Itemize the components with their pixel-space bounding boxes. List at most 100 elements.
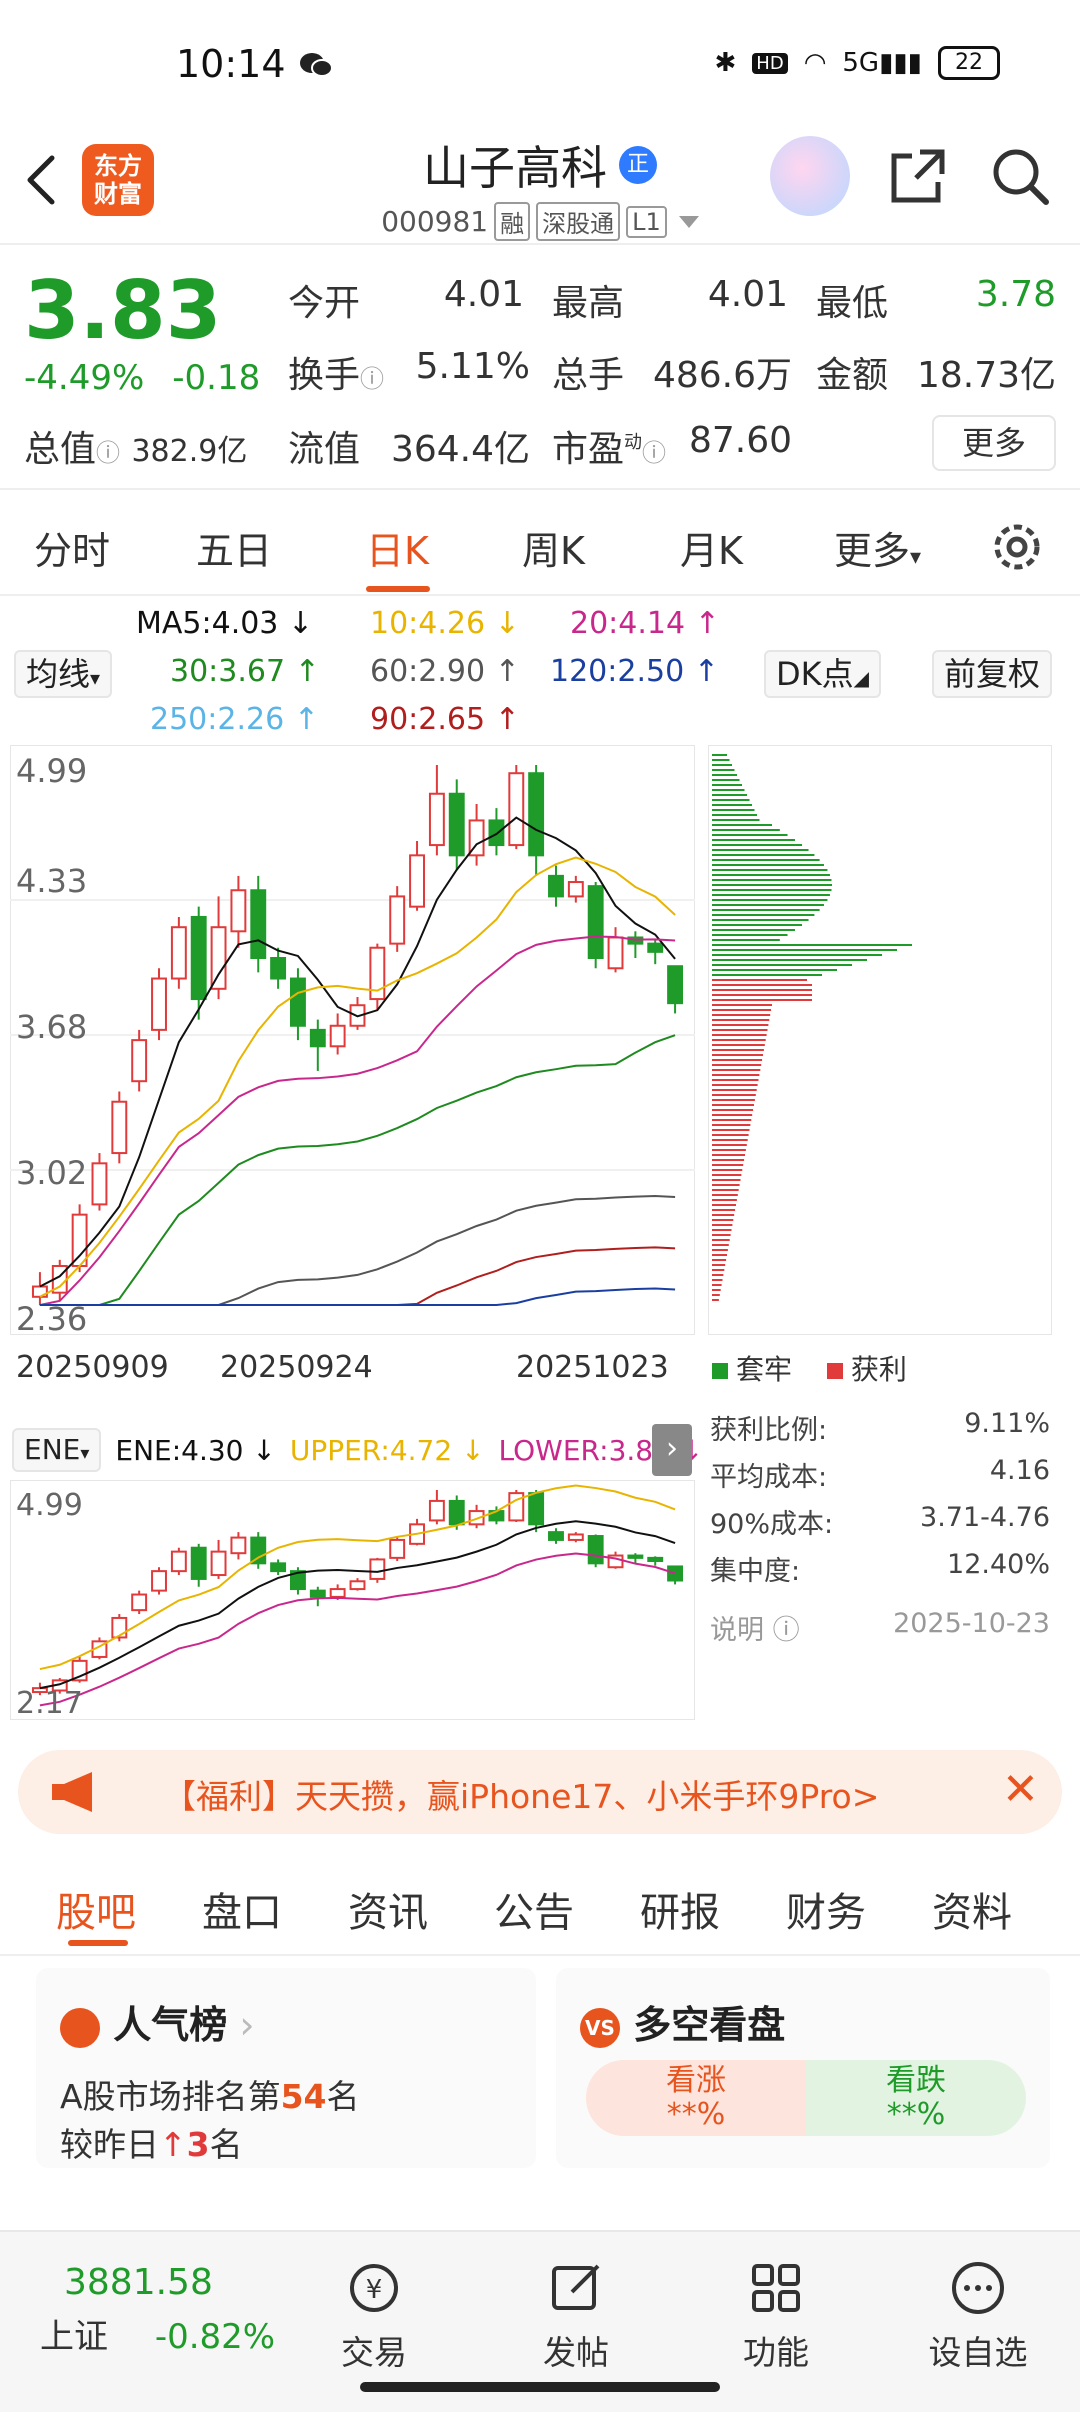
more-quote-button[interactable]: 更多 bbox=[932, 415, 1056, 471]
tab-five-day[interactable]: 五日 bbox=[196, 520, 272, 575]
vs-icon: VS bbox=[580, 2007, 620, 2048]
dock-post[interactable]: 发帖 bbox=[516, 2258, 636, 2374]
tab-guba[interactable]: 股吧 bbox=[56, 1880, 136, 1938]
dock-functions[interactable]: 功能 bbox=[716, 2258, 836, 2374]
ene-candle bbox=[627, 1554, 644, 1559]
close-icon[interactable]: ✕ bbox=[1002, 1764, 1039, 1815]
tab-announcements[interactable]: 公告 bbox=[494, 1880, 574, 1938]
tab-news[interactable]: 资讯 bbox=[348, 1880, 428, 1938]
status-time: 10:14 bbox=[176, 42, 286, 86]
info-icon: ⓘ bbox=[772, 1615, 800, 1646]
chart-frame bbox=[10, 745, 695, 1335]
stock-header: 东方 财富 山子高科 正 000981 融 深股通 L1 bbox=[0, 120, 1080, 245]
ene-indicator-row: ENE▾ ENE:4.30 ↓ UPPER:4.72 ↓ LOWER:3.87 … bbox=[12, 1428, 703, 1472]
candle bbox=[250, 889, 267, 960]
low-value: 3.78 bbox=[975, 274, 1056, 315]
wechat-icon bbox=[300, 53, 333, 77]
price-change-row: -4.49% -0.18 bbox=[24, 358, 260, 398]
total-cap-row[interactable]: 总值ⓘ 382.9亿 bbox=[24, 420, 247, 472]
tab-profile[interactable]: 资料 bbox=[932, 1880, 1012, 1938]
ene-candle bbox=[270, 1562, 287, 1573]
tab-order-book[interactable]: 盘口 bbox=[202, 1880, 282, 1938]
tab-finance[interactable]: 财务 bbox=[786, 1880, 866, 1938]
info-icon: ⓘ bbox=[96, 439, 121, 467]
bluetooth-icon: ✱ bbox=[714, 48, 737, 78]
tab-research[interactable]: 研报 bbox=[640, 1880, 720, 1938]
chip-stat-avg-cost: 平均成本: 4.16 bbox=[710, 1455, 1050, 1493]
ai-assistant-icon[interactable] bbox=[770, 136, 850, 216]
total-cap-value: 382.9亿 bbox=[131, 434, 248, 469]
rank-change-line: 较昨日↑3名 bbox=[60, 2125, 243, 2164]
dock-add-watchlist[interactable]: 设自选 bbox=[918, 2258, 1038, 2374]
long-short-card[interactable]: VS 多空看盘 看涨 **% 看跌 **% bbox=[556, 1968, 1050, 2168]
chevron-right-icon[interactable]: › bbox=[652, 1424, 692, 1476]
ma20-value: 20:4.14 ↑ bbox=[570, 606, 720, 641]
ene-candle bbox=[230, 1536, 247, 1555]
y-tick-2: 4.33 bbox=[16, 862, 88, 900]
ene-candle bbox=[131, 1593, 148, 1612]
candle bbox=[290, 977, 306, 1027]
candle bbox=[151, 977, 167, 1031]
gear-icon[interactable] bbox=[988, 518, 1046, 576]
candle bbox=[131, 1039, 148, 1083]
active-tab-indicator bbox=[366, 586, 430, 592]
tag-level: L1 bbox=[626, 205, 667, 238]
ene-candle bbox=[151, 1570, 167, 1592]
adjust-selector[interactable]: 前复权 bbox=[932, 650, 1053, 698]
tab-weekly-k[interactable]: 周K bbox=[522, 520, 585, 575]
volume-label: 总手 bbox=[552, 355, 625, 396]
change-value: -0.18 bbox=[172, 358, 261, 398]
chevron-down-icon bbox=[678, 215, 699, 228]
ma5-value: MA5:4.03 ↓ bbox=[136, 606, 314, 641]
pe-value: 87.60 bbox=[688, 420, 792, 461]
ene-candle bbox=[190, 1546, 207, 1580]
candle bbox=[587, 885, 604, 960]
chevron-down-icon: ▾ bbox=[90, 666, 101, 690]
ene-candle bbox=[309, 1589, 326, 1598]
battery-icon: 22 bbox=[938, 46, 1000, 80]
ma120-value: 120:2.50 ↑ bbox=[550, 654, 719, 689]
popularity-card[interactable]: 人气榜 › A股市场排名第54名 较昨日↑3名 bbox=[36, 1968, 536, 2168]
wifi-icon: ◠ bbox=[803, 48, 827, 78]
dk-point-selector[interactable]: DK点◢ bbox=[764, 650, 882, 698]
promo-banner[interactable]: 【福利】天天攒，赢iPhone17、小米手环9Pro> ✕ bbox=[18, 1750, 1062, 1834]
status-indicators: ✱ HD ◠ 5G▮▮▮ 22 bbox=[714, 46, 1000, 80]
bull-bear-meter[interactable]: 看涨 **% 看跌 **% bbox=[586, 2060, 1026, 2136]
chip-note-row[interactable]: 说明 ⓘ 2025-10-23 bbox=[710, 1608, 1050, 1647]
share-icon[interactable] bbox=[886, 144, 950, 208]
y-tick-1: 4.99 bbox=[16, 752, 88, 790]
tab-intraday[interactable]: 分时 bbox=[34, 520, 110, 575]
hd-icon: HD bbox=[752, 52, 788, 74]
megaphone-icon bbox=[52, 1772, 92, 1812]
total-cap-label: 总值 bbox=[24, 429, 97, 470]
stock-code-row[interactable]: 000981 融 深股通 L1 bbox=[381, 202, 699, 241]
candle bbox=[309, 1028, 326, 1048]
open-label: 今开 bbox=[288, 283, 361, 324]
candlestick-chart[interactable] bbox=[10, 745, 695, 1335]
ene-candle bbox=[528, 1492, 545, 1526]
dock-trade[interactable]: ¥ 交易 bbox=[314, 2258, 434, 2374]
ene-selector[interactable]: ENE▾ bbox=[12, 1428, 102, 1472]
ma10-value: 10:4.26 ↓ bbox=[370, 606, 520, 641]
tab-more[interactable]: 更多▾ bbox=[834, 520, 921, 575]
chip-distribution-chart[interactable] bbox=[708, 745, 1052, 1335]
ma-selector[interactable]: 均线▾ bbox=[14, 650, 113, 698]
trade-icon: ¥ bbox=[350, 2264, 398, 2312]
float-cap-label: 流值 bbox=[288, 429, 361, 470]
index-ticker[interactable]: 3881.58 上证 -0.82% bbox=[40, 2262, 275, 2358]
tab-daily-k[interactable]: 日K bbox=[366, 520, 429, 575]
ene-candle bbox=[647, 1556, 664, 1562]
candle bbox=[448, 792, 465, 857]
candle bbox=[667, 965, 684, 1005]
ene-chart[interactable] bbox=[10, 1480, 695, 1720]
bull-button[interactable]: 看涨 **% bbox=[586, 2060, 806, 2136]
status-bar: 10:14 ✱ HD ◠ 5G▮▮▮ 22 bbox=[0, 0, 1080, 130]
tab-monthly-k[interactable]: 月K bbox=[680, 520, 743, 575]
amount-value: 18.73亿 bbox=[916, 355, 1056, 396]
search-icon[interactable] bbox=[988, 144, 1052, 208]
x-tick-3: 20251023 bbox=[516, 1350, 669, 1385]
popularity-title: 人气榜 › bbox=[60, 1994, 255, 2049]
y-tick-3: 3.68 bbox=[16, 1008, 88, 1046]
bear-button[interactable]: 看跌 **% bbox=[806, 2060, 1026, 2136]
candle bbox=[270, 957, 287, 980]
